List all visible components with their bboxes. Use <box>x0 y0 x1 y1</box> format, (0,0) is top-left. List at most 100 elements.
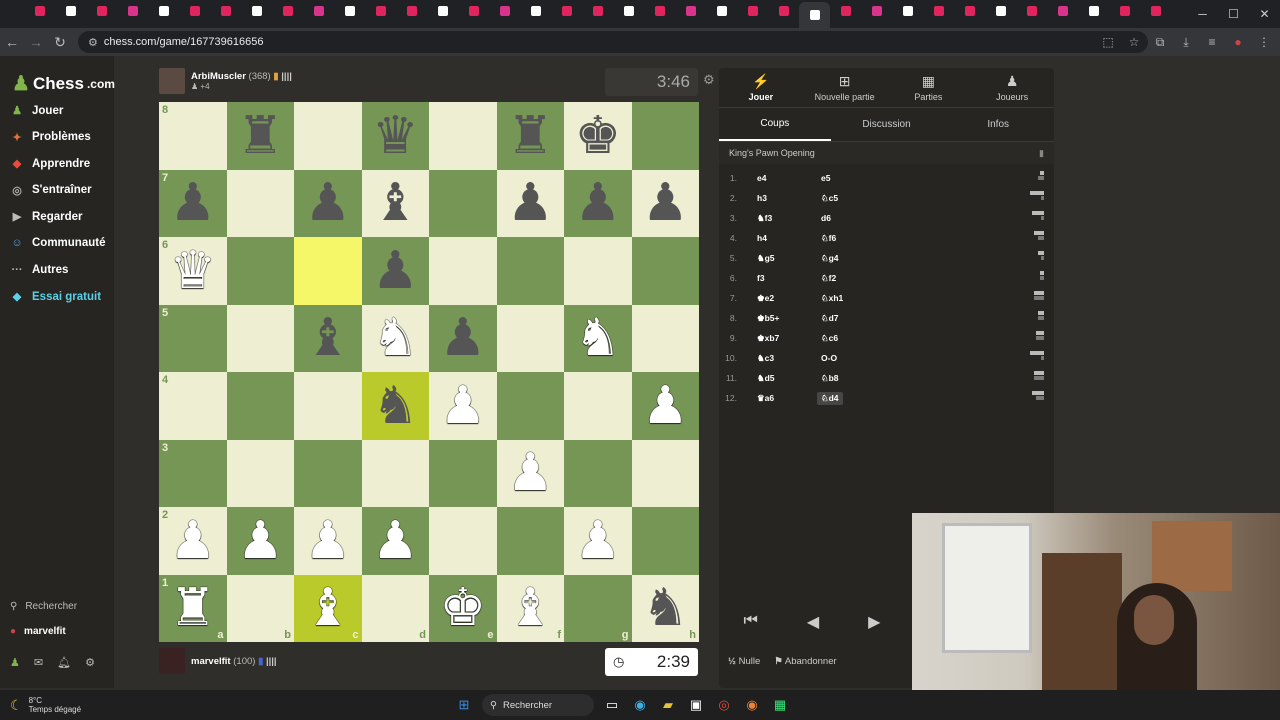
opponent-avatar[interactable] <box>159 68 185 94</box>
square-b4[interactable] <box>226 372 294 440</box>
square-g7[interactable]: ♟ <box>564 169 632 237</box>
black-move[interactable]: ♘d7 <box>807 313 867 324</box>
white-move[interactable]: ♚xb7 <box>743 333 807 344</box>
reload-icon[interactable]: ↻ <box>48 34 72 51</box>
square-a8[interactable]: 8 <box>159 102 227 170</box>
browser-tab[interactable] <box>892 0 923 22</box>
white-move[interactable]: ♚b5+ <box>743 313 807 324</box>
sidebar-item-4[interactable]: ◎ S'entraîner <box>10 184 91 197</box>
edge-icon[interactable]: ◉ <box>630 695 650 715</box>
black-pawn-icon[interactable]: ♟ <box>304 177 351 229</box>
browser-tab[interactable] <box>489 0 520 22</box>
square-a2[interactable]: 2 ♟ <box>159 507 227 575</box>
browser-tab[interactable] <box>861 0 892 22</box>
square-d4[interactable]: ♞ <box>361 372 429 440</box>
subtab-1[interactable]: Coups <box>719 108 831 141</box>
black-pawn-icon[interactable]: ♟ <box>642 177 689 229</box>
store-icon[interactable]: ▣ <box>686 695 706 715</box>
browser-tab[interactable] <box>954 0 985 22</box>
white-knight-icon[interactable]: ♞ <box>574 312 621 364</box>
browser-tab[interactable] <box>303 0 334 22</box>
black-move[interactable]: d6 <box>807 213 867 223</box>
square-h7[interactable]: ♟ <box>631 169 699 237</box>
square-h4[interactable]: ♟ <box>631 372 699 440</box>
minimize-icon[interactable]: ─ <box>1187 0 1218 28</box>
sidebar-item-2[interactable]: ✦ Problèmes <box>10 131 90 144</box>
sidebar-item-7[interactable]: ··· Autres <box>10 264 69 276</box>
square-d2[interactable]: ♟ <box>361 507 429 575</box>
browser-tab[interactable] <box>613 0 644 22</box>
black-pawn-icon[interactable]: ♟ <box>574 177 621 229</box>
task-view-icon[interactable]: ▭ <box>602 695 622 715</box>
browser-tab[interactable] <box>644 0 675 22</box>
white-pawn-icon[interactable]: ♟ <box>237 515 284 567</box>
square-b8[interactable]: ♜ <box>226 102 294 170</box>
sidebar-user[interactable]: ● marvelfit <box>10 626 66 637</box>
white-move[interactable]: ♞f3 <box>743 213 807 224</box>
browser-tab[interactable] <box>675 0 706 22</box>
browser-tab[interactable] <box>179 0 210 22</box>
url-field[interactable]: ⚙ chess.com/game/167739616656 <box>78 31 1148 53</box>
square-e3[interactable] <box>429 439 497 507</box>
media-icon[interactable]: ≡ <box>1202 32 1222 52</box>
black-pawn-icon[interactable]: ♟ <box>439 312 486 364</box>
white-pawn-icon[interactable]: ♟ <box>507 447 554 499</box>
white-pawn-icon[interactable]: ♟ <box>372 515 419 567</box>
browser-tab[interactable] <box>86 0 117 22</box>
black-king-icon[interactable]: ♚ <box>574 110 621 162</box>
square-b1[interactable]: b <box>226 574 294 642</box>
taskbar-search[interactable]: ⚲ Rechercher <box>482 694 594 716</box>
white-pawn-icon[interactable]: ♟ <box>304 515 351 567</box>
forward-icon[interactable]: → <box>24 34 48 50</box>
black-move[interactable]: ♘f6 <box>807 233 867 244</box>
maximize-icon[interactable]: ☐ <box>1218 0 1249 28</box>
square-h3[interactable] <box>631 439 699 507</box>
black-move[interactable]: ♘c6 <box>807 333 867 344</box>
square-g3[interactable] <box>564 439 632 507</box>
opening-book-icon[interactable]: ▮ <box>1039 148 1044 159</box>
panel-tab-4[interactable]: ♟ Joueurs <box>970 68 1054 107</box>
square-c5[interactable]: ♝ <box>294 304 362 372</box>
browser-tab[interactable] <box>117 0 148 22</box>
square-d6[interactable]: ♟ <box>361 237 429 305</box>
square-a5[interactable]: 5 <box>159 304 227 372</box>
white-move[interactable]: ♛a6 <box>743 393 807 404</box>
browser-tab[interactable] <box>1140 0 1171 22</box>
panel-tab-1[interactable]: ⚡ Jouer <box>719 68 803 107</box>
white-move[interactable]: h3 <box>743 193 807 203</box>
black-move[interactable]: ♘g4 <box>807 253 867 264</box>
extensions-icon[interactable]: ⧉ <box>1150 32 1170 52</box>
firefox-icon[interactable]: ◉ <box>742 695 762 715</box>
square-c2[interactable]: ♟ <box>294 507 362 575</box>
browser-tab[interactable] <box>148 0 179 22</box>
browser-tab[interactable] <box>551 0 582 22</box>
black-knight-icon[interactable]: ♞ <box>642 582 689 634</box>
square-e2[interactable] <box>429 507 497 575</box>
browser-tab[interactable] <box>1109 0 1140 22</box>
black-pawn-icon[interactable]: ♟ <box>507 177 554 229</box>
browser-tab[interactable] <box>799 2 830 28</box>
white-queen-icon[interactable]: ♛ <box>169 245 216 297</box>
browser-tab[interactable] <box>706 0 737 22</box>
black-move[interactable]: ♘f2 <box>807 273 867 284</box>
messages-icon[interactable]: ✉ <box>34 656 43 669</box>
browser-tab[interactable] <box>458 0 489 22</box>
black-queen-icon[interactable]: ♛ <box>372 110 419 162</box>
white-rook-icon[interactable]: ♜ <box>169 582 216 634</box>
square-e1[interactable]: e ♚ <box>429 574 497 642</box>
square-g1[interactable]: g <box>564 574 632 642</box>
browser-tab[interactable] <box>582 0 613 22</box>
panel-tab-3[interactable]: ▦ Parties <box>887 68 971 107</box>
browser-tab[interactable] <box>396 0 427 22</box>
square-e5[interactable]: ♟ <box>429 304 497 372</box>
square-d7[interactable]: ♝ <box>361 169 429 237</box>
square-c7[interactable]: ♟ <box>294 169 362 237</box>
browser-tab[interactable] <box>334 0 365 22</box>
friends-icon[interactable]: ♟ <box>10 656 20 669</box>
square-b5[interactable] <box>226 304 294 372</box>
black-move[interactable]: ♘d4 <box>817 391 843 405</box>
black-rook-icon[interactable]: ♜ <box>237 110 284 162</box>
black-knight-icon[interactable]: ♞ <box>372 380 419 432</box>
panel-tab-2[interactable]: ⊞ Nouvelle partie <box>803 68 887 107</box>
square-f1[interactable]: f ♝ <box>496 574 564 642</box>
